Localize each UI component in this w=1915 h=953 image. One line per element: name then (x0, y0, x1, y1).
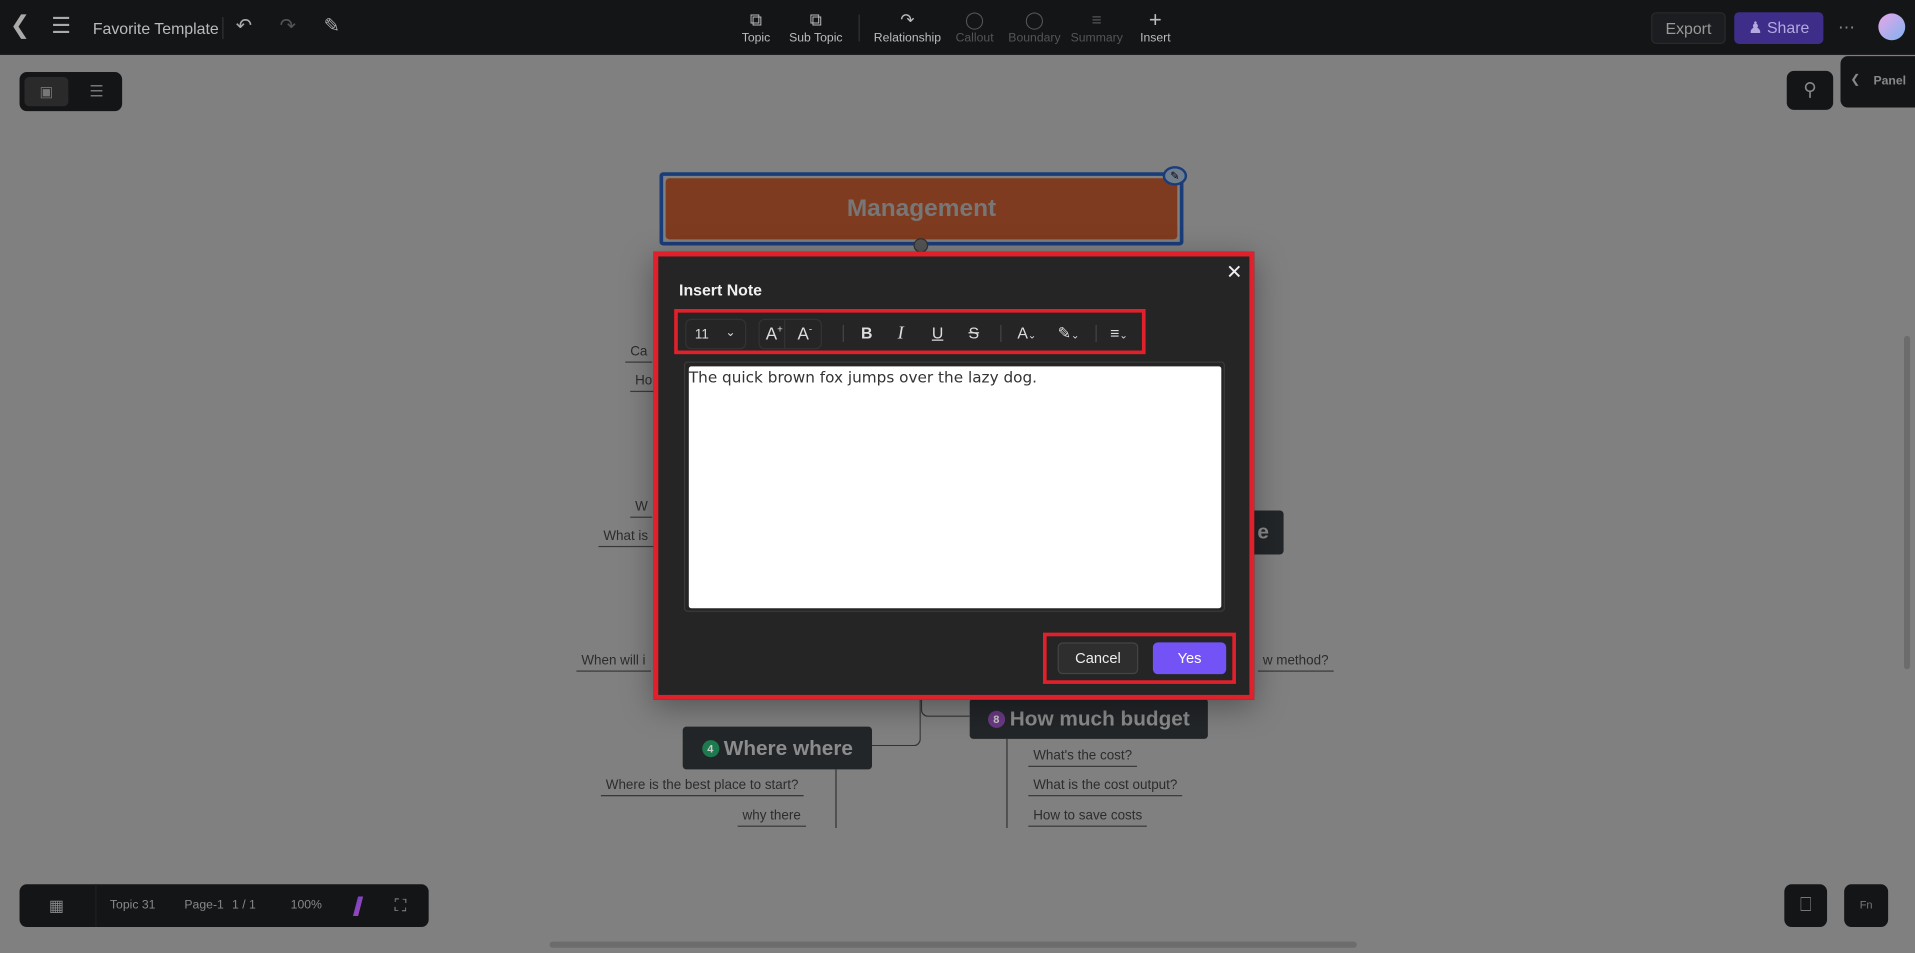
font-size-value: 11 (694, 327, 709, 342)
tool-relationship[interactable]: ↷ Relationship (871, 10, 944, 45)
note-editor[interactable]: The quick brown fox jumps over the lazy … (688, 366, 1222, 609)
strikethrough-icon[interactable]: S (968, 324, 979, 342)
tool-label: Topic (741, 31, 771, 46)
tool-label: Callout (955, 31, 994, 46)
tool-label: Boundary (1008, 31, 1061, 46)
root-topic[interactable]: Management (665, 178, 1178, 240)
brand-logo-icon[interactable] (352, 896, 364, 916)
yes-button[interactable]: Yes (1152, 642, 1227, 675)
canvas-text[interactable]: why there (737, 809, 806, 827)
mindmap-view-icon[interactable]: ▣ (24, 76, 69, 107)
italic-icon[interactable]: I (898, 324, 904, 345)
align-icon[interactable]: ≡⌄ (1110, 324, 1127, 342)
divider (858, 14, 860, 42)
panel-label: Panel (1873, 74, 1907, 88)
highlight-icon[interactable]: ✎⌄ (1058, 324, 1080, 344)
canvas-text[interactable]: What's the cost? (1028, 749, 1138, 767)
canvas-text[interactable]: How to save costs (1028, 809, 1148, 827)
panel-toggle[interactable]: ❮ Panel (1840, 56, 1915, 108)
cancel-button[interactable]: Cancel (1057, 642, 1139, 675)
document-title[interactable]: Favorite Template (93, 20, 219, 38)
avatar[interactable] (1878, 13, 1906, 41)
dialog-title: Insert Note (679, 280, 762, 300)
tool-subtopic[interactable]: ⧉ Sub Topic (779, 10, 852, 45)
share-button[interactable]: ♟ Share (1734, 12, 1824, 44)
topic-label: How much budget (1009, 706, 1190, 730)
vertical-scrollbar[interactable] (1904, 335, 1911, 670)
topic-count: Topic 31 (109, 898, 156, 913)
menu-icon[interactable]: ☰ (51, 15, 71, 37)
tool-label: Summary (1070, 31, 1123, 46)
horizontal-scrollbar[interactable] (549, 941, 1357, 948)
format-painter-icon[interactable]: ✎ (324, 16, 340, 37)
canvas-text[interactable]: Where is the best place to start? (600, 778, 804, 797)
export-button[interactable]: Export (1651, 12, 1726, 44)
topic-label: Where where (723, 735, 853, 760)
font-size-select[interactable]: 11 ⌄ (685, 318, 747, 350)
font-color-icon[interactable]: A⌄ (1017, 324, 1036, 342)
number-badge: 4 (701, 739, 719, 757)
page-selector[interactable]: Page-1 (184, 899, 223, 912)
search-icon[interactable]: ⚲ (1786, 70, 1834, 110)
top-toolbar: ❮ ☰ Favorite Template ↶ ↷ ✎ ⧉ Topic ⧉ Sub … (0, 0, 1915, 55)
canvas-text[interactable]: What is the cost output? (1028, 778, 1183, 797)
chevron-left-icon: ❮ (1850, 73, 1861, 87)
topic-node-where[interactable]: 4 Where where (682, 726, 873, 770)
canvas-text[interactable]: w method? (1257, 653, 1334, 672)
underline-icon[interactable]: U (932, 324, 943, 342)
canvas-text[interactable]: When will i (576, 653, 651, 672)
divider (222, 17, 224, 40)
relationship-icon: ↷ (900, 9, 915, 30)
connector (835, 769, 837, 829)
connector (1006, 738, 1008, 829)
mouse-mode-icon[interactable]: ⎕ (1784, 884, 1828, 927)
tool-label: Insert (1140, 31, 1171, 46)
apps-grid-icon[interactable]: ⋯ (1838, 17, 1855, 37)
brush-icon[interactable]: ✎ (1162, 166, 1188, 186)
chevron-down-icon: ⌄ (725, 326, 736, 340)
number-badge: 8 (987, 710, 1005, 728)
function-key-icon[interactable]: Fn (1844, 884, 1889, 927)
canvas-text[interactable]: What is (598, 529, 654, 548)
tool-label: Sub Topic (789, 31, 843, 46)
fullscreen-icon[interactable]: ⛶ (394, 895, 406, 916)
subtopic-icon: ⧉ (809, 9, 822, 30)
zoom-level[interactable]: 100% (291, 899, 322, 912)
plus-icon: + (1148, 7, 1162, 32)
canvas-text[interactable]: Ca (625, 344, 653, 363)
undo-icon[interactable]: ↶ (236, 16, 252, 37)
redo-icon[interactable]: ↷ (280, 16, 296, 37)
status-bar: ▦ Topic 31 Page-1 1 / 1 100% ⛶ (19, 884, 429, 927)
page-count: 1 / 1 (232, 898, 256, 913)
close-icon[interactable]: ✕ (1226, 260, 1242, 284)
topic-label: e (1257, 520, 1269, 544)
canvas-text[interactable]: W (630, 500, 653, 518)
decrease-font-icon[interactable]: A- (798, 324, 813, 344)
root-topic-selection[interactable]: Management (659, 172, 1184, 246)
share-label: Share (1766, 18, 1810, 37)
user-icon: ♟ (1748, 18, 1763, 37)
tool-label: Relationship (873, 31, 942, 46)
map-icon[interactable]: ▦ (49, 896, 64, 916)
tool-insert[interactable]: + Insert (1119, 7, 1192, 46)
view-toggle: ▣ ☰ (19, 72, 123, 112)
back-icon[interactable]: ❮ (10, 13, 30, 37)
topic-node-budget[interactable]: 8 How much budget (969, 698, 1208, 739)
bold-icon[interactable]: B (861, 324, 872, 342)
increase-font-icon[interactable]: A+ (766, 324, 783, 344)
outline-view-icon[interactable]: ☰ (78, 77, 115, 106)
